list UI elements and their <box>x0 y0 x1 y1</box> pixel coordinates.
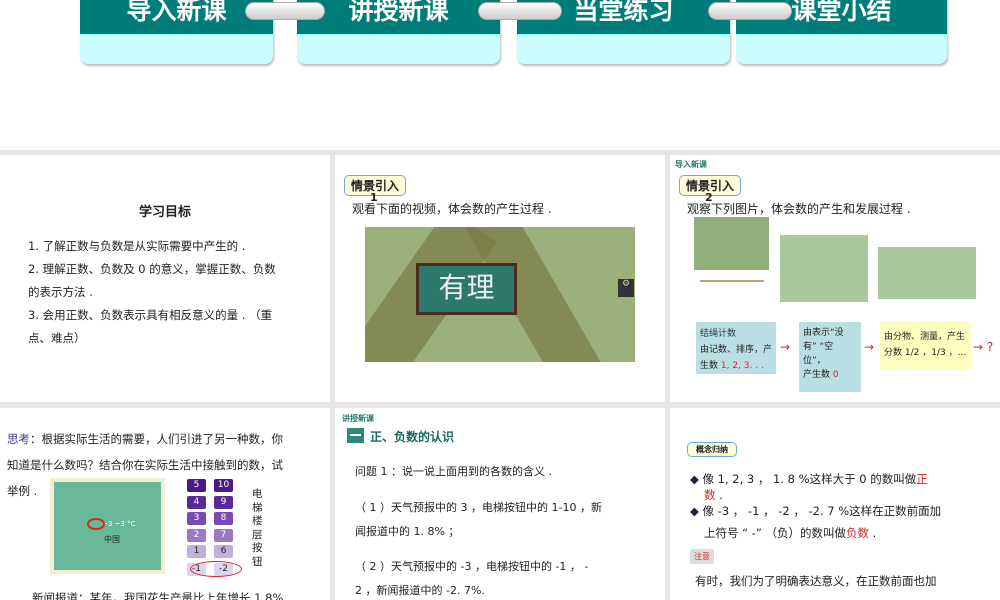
section-heading: 正、负数的认识 <box>370 430 455 444</box>
arrow-icon: → <box>973 340 984 354</box>
ring-connector <box>245 2 325 20</box>
slide-thumbnail-5[interactable]: 讲授新课 正、负数的认识 问题 1 ：说一说上面用到的各数的含义 . （ 1 ）… <box>335 408 665 600</box>
settings-icon[interactable]: ⚙ <box>618 279 634 297</box>
floor-button: 4 <box>187 495 206 509</box>
floor-button: 3 <box>187 512 206 525</box>
objective-line: 1. 了解正数与负数是从实际需要中产生的 . <box>28 239 246 253</box>
objective-line: 2. 理解正数、负数及 0 的意义，掌握正数、负数 <box>28 262 276 276</box>
question-text: 问题 1 ：说一说上面用到的各数的含义 . <box>355 465 552 478</box>
elevator-label-char: 层 <box>252 528 263 541</box>
potter-image <box>780 235 868 302</box>
natural-numbers-box: 结绳计数 由记数、排序，产 生数 1, 2, 3. . . <box>696 322 776 374</box>
knot-counting-image <box>694 217 769 270</box>
answer-line: （ 2 ）天气预报中的 -3 ，电梯按钮中的 -1 ， - <box>355 560 589 573</box>
ring-connector <box>478 2 562 20</box>
slide-thumbnail-2[interactable]: 情景引入 1 观看下面的视频，体会数的产生过程 . 有理 ⚙ <box>335 155 665 402</box>
elevator-label-char: 按 <box>252 542 263 554</box>
floor-button: 10 <box>214 479 233 492</box>
chalkboard: 有理 <box>416 263 517 315</box>
objective-line: 的表示方法 . <box>28 285 93 299</box>
definition-text: 上符号 “ -” （负）的数叫做 <box>704 526 847 540</box>
section-label: 讲授新课 <box>342 414 374 423</box>
answer-line: （ 1 ）天气预报中的 3 ，电梯按钮中的 1-10 ，新 <box>355 501 602 514</box>
note-tag: 注意 <box>690 549 714 564</box>
knot-rope <box>700 280 764 282</box>
highlight-term: 负数 <box>846 526 870 540</box>
question-mark: ? <box>986 340 994 354</box>
fractions-box: 由分物、测量，产生 分数 1/2 ，1/3 ，… <box>880 322 971 369</box>
arrow-icon: → <box>780 340 791 354</box>
nav-lecture-button[interactable]: 讲授新课 <box>297 0 500 64</box>
section-nav-banner: 导入新课 讲授新课 当堂练习 课堂小结 <box>0 0 1000 150</box>
elevator-label-char: 电 <box>252 488 263 500</box>
floor-button: 2 <box>187 528 206 542</box>
diamond-bullet-icon: ◆ <box>690 472 699 486</box>
temperature-label: −3 ~3 °C <box>102 520 136 528</box>
measuring-image <box>878 247 976 299</box>
slide-text: 知道是什么数吗？结合你在实际生活中接触到的数，试 <box>7 458 283 472</box>
diamond-bullet-icon: ◆ <box>690 504 699 518</box>
slide-thumbnail-4[interactable]: 思考：根据实际生活的需要，人们引进了另一种数，你 知道是什么数吗？结合你在实际生… <box>0 408 330 600</box>
slide-thumbnail-6[interactable]: 概念归纳 ◆ 像 1, 2, 3 ， 1. 8 %这样大于 0 的数叫做正 数 … <box>670 408 1000 600</box>
arrow-icon: → <box>864 340 875 354</box>
slide-text: 观看下面的视频，体会数的产生过程 . <box>352 202 552 216</box>
objective-line: 3. 会用正数、负数表示具有相反意义的量 . （重 <box>28 308 273 322</box>
section-label: 导入新课 <box>675 160 707 169</box>
highlight-term: 正 <box>916 472 928 486</box>
map-label: 中国 <box>104 535 120 544</box>
highlight-circle <box>190 561 242 577</box>
highlight-circle <box>87 518 105 530</box>
floor-button: 6 <box>214 545 233 558</box>
definition-text: 像 1, 2, 3 ， 1. 8 %这样大于 0 的数叫做 <box>702 472 917 486</box>
note-text: 有时，我们为了明确表达意义，在正数前面也加 <box>695 574 937 588</box>
section-number-icon <box>347 428 364 443</box>
ring-connector <box>708 2 792 20</box>
floor-button: 8 <box>214 512 233 525</box>
objective-line: 点、难点） <box>28 331 86 345</box>
definition-text: 像 -3 ， -1 ， -2 ， -2. 7 %这样在正数前面加 <box>702 504 942 518</box>
news-text: 新闻报道：某年，我国花生产量比上年增长 1.8% <box>32 591 284 600</box>
slide-text: 观察下列图片，体会数的产生和发展过程 . <box>687 202 911 216</box>
floor-button: 1 <box>187 545 206 558</box>
elevator-label-char: 梯 <box>252 501 263 514</box>
answer-line: 闻报道中的 1. 8% ； <box>355 525 460 538</box>
slide-text: ：根据实际生活的需要，人们引进了另一种数，你 <box>30 432 283 446</box>
think-label: 思考 <box>7 432 30 446</box>
concept-tag: 概念归纳 <box>687 442 737 457</box>
slide-thumbnail-3[interactable]: 导入新课 情景引入 2 观察下列图片，体会数的产生和发展过程 . 结绳计数 由记… <box>670 155 1000 402</box>
highlight-term: 数 <box>704 488 716 502</box>
slide-title: 学习目标 <box>138 205 191 220</box>
slide-thumbnail-1[interactable]: 学习目标 1. 了解正数与负数是从实际需要中产生的 . 2. 理解正数、负数及 … <box>0 155 330 402</box>
floor-button: 9 <box>214 495 233 509</box>
elevator-label-char: 钮 <box>252 555 263 568</box>
answer-line: 2 ，新闻报道中的 -2. 7%. <box>355 584 485 597</box>
elevator-label-char: 楼 <box>252 515 263 527</box>
china-map: −3 ~3 °C 中国 <box>50 478 165 574</box>
video-player[interactable]: 有理 ⚙ <box>365 227 635 362</box>
floor-button: 7 <box>214 528 233 542</box>
floor-button: 5 <box>187 479 206 492</box>
zero-box: 由表示“没 有” “空 位”， 产生数 0 <box>799 322 861 392</box>
